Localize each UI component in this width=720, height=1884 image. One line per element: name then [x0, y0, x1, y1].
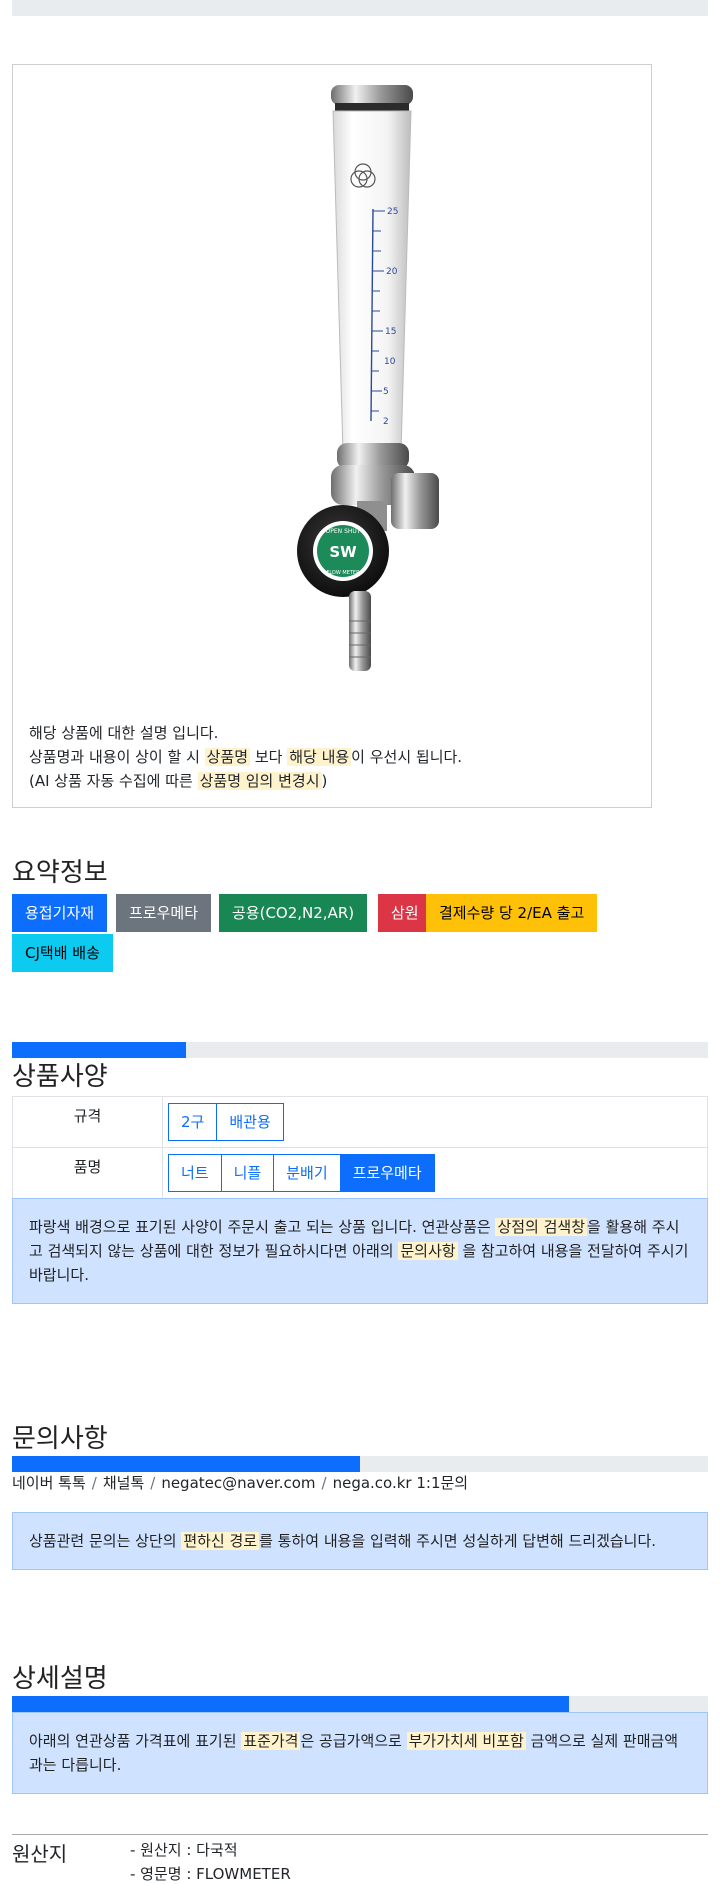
inquiry-progress-fill [12, 1456, 360, 1472]
knob-bottom-label: FLOW METER [326, 570, 360, 576]
link-1to1-inquiry[interactable]: nega.co.kr 1:1문의 [333, 1474, 469, 1492]
tag-quantity: 결제수량 당 2/EA 출고 [426, 894, 598, 932]
highlight-content: 해당 내용 [287, 748, 352, 766]
origin-divider [12, 1834, 708, 1835]
product-image-card: 25 20 15 10 5 2 SW OPEN SHUT FLOW METER … [12, 64, 652, 808]
spec-table: 규격 2구 배관용 품명 너트 니플 분배기 프로우메타 [12, 1096, 708, 1200]
product-image: 25 20 15 10 5 2 SW OPEN SHUT FLOW METER [297, 85, 439, 671]
highlight-inquiry: 문의사항 [398, 1242, 458, 1260]
spec-options-size: 2구 배관용 [168, 1103, 284, 1141]
inquiry-note-b: 를 통하여 내용을 입력해 주시면 성실하게 답변해 드리겠습니다. [259, 1532, 657, 1550]
link-separator: / [150, 1474, 156, 1492]
spec-note-a: 파랑색 배경으로 표기된 사양이 주문시 출고 되는 상품 입니다. 연관상품은 [29, 1218, 496, 1236]
desc-line-1: 해당 상품에 대한 설명 입니다. [29, 724, 219, 742]
tag-gas-type: 공용(CO2,N2,AR) [219, 894, 368, 932]
scale-label-10: 10 [384, 357, 396, 367]
link-naver-talk[interactable]: 네이버 톡톡 [12, 1474, 86, 1492]
desc-line-2: 상품명과 내용이 상이 할 시 상품명 보다 해당 내용 이 우선시 됩니다. [29, 745, 462, 769]
knob-brand-label: SW [329, 543, 357, 561]
link-email[interactable]: negatec@naver.com [161, 1474, 315, 1492]
origin-items: - 원산지 : 다국적 - 영문명 : FLOWMETER [130, 1838, 291, 1884]
knob-ring-label: OPEN SHUT [326, 528, 361, 535]
summary-title: 요약정보 [12, 858, 108, 888]
highlight-vat-excluded: 부가가치세 비포함 [406, 1732, 526, 1750]
detail-note-b: 은 공급가액으로 [300, 1732, 407, 1750]
option-pipe[interactable]: 배관용 [216, 1103, 284, 1141]
scale-label-25: 25 [387, 207, 398, 217]
origin-label: 원산지 [12, 1842, 68, 1866]
option-nipple[interactable]: 니플 [220, 1154, 275, 1192]
option-nut[interactable]: 너트 [168, 1154, 222, 1192]
option-distributor[interactable]: 분배기 [273, 1154, 341, 1192]
spec-options-item: 너트 니플 분배기 프로우메타 [168, 1154, 435, 1192]
desc-line-3-a: (AI 상품 자동 수집에 따른 [29, 772, 198, 790]
scale-label-5: 5 [383, 387, 389, 397]
inquiry-title: 문의사항 [12, 1424, 108, 1454]
option-2-port[interactable]: 2구 [168, 1103, 218, 1141]
detail-note-a: 아래의 연관상품 가격표에 표기된 [29, 1732, 242, 1750]
highlight-search-box: 상점의 검색창 [495, 1218, 588, 1236]
link-separator: / [321, 1474, 327, 1492]
spec-row-size: 규격 2구 배관용 [13, 1097, 707, 1148]
highlight-product-name: 상품명 [204, 748, 251, 766]
detail-note: 아래의 연관상품 가격표에 표기된 표준가격 은 공급가액으로 부가가치세 비포함… [12, 1712, 708, 1794]
product-description: 해당 상품에 대한 설명 입니다. 상품명과 내용이 상이 할 시 상품명 보다… [29, 721, 462, 793]
desc-line-2-a: 상품명과 내용이 상이 할 시 [29, 748, 205, 766]
spec-label-item: 품명 [13, 1148, 163, 1198]
inquiry-note: 상품관련 문의는 상단의 편하신 경로 를 통하여 내용을 입력해 주시면 성실하… [12, 1512, 708, 1570]
tag-category: 용접기자재 [12, 894, 108, 932]
spec-title: 상품사양 [12, 1062, 108, 1092]
highlight-name-change: 상품명 임의 변경시 [197, 772, 322, 790]
spec-row-item: 품명 너트 니플 분배기 프로우메타 [13, 1148, 707, 1199]
inquiry-progress [12, 1456, 708, 1472]
link-channel-talk[interactable]: 채널톡 [103, 1474, 144, 1492]
tag-shipping: CJ택배 배송 [12, 934, 113, 972]
desc-line-2-b: 보다 [250, 748, 288, 766]
desc-line-3-b: ) [321, 772, 328, 790]
detail-progress-fill [12, 1696, 569, 1712]
desc-line-3: (AI 상품 자동 수집에 따른 상품명 임의 변경시) [29, 769, 462, 793]
top-progress-track [12, 0, 708, 16]
scale-label-2: 2 [383, 417, 389, 427]
scale-label-15: 15 [385, 327, 396, 337]
inquiry-links: 네이버 톡톡 / 채널톡 / negatec@naver.com / nega.co.kr … [12, 1472, 468, 1493]
inquiry-note-a: 상품관련 문의는 상단의 [29, 1532, 182, 1550]
tag-brand: 삼원 [378, 894, 432, 932]
desc-line-2-c: 이 우선시 됩니다. [351, 748, 463, 766]
tag-product: 프로우메타 [116, 894, 212, 932]
scale-label-20: 20 [386, 267, 398, 277]
detail-title: 상세설명 [12, 1664, 108, 1694]
spec-label-size: 규격 [13, 1097, 163, 1147]
spec-progress [12, 1042, 708, 1058]
spec-note: 파랑색 배경으로 표기된 사양이 주문시 출고 되는 상품 입니다. 연관상품은… [12, 1198, 708, 1304]
link-separator: / [91, 1474, 97, 1492]
highlight-convenient-path: 편하신 경로 [181, 1532, 260, 1550]
option-flowmeter-selected[interactable]: 프로우메타 [339, 1154, 435, 1192]
detail-progress [12, 1696, 708, 1712]
origin-country: - 원산지 : 다국적 [130, 1841, 238, 1859]
highlight-standard-price: 표준가격 [241, 1732, 301, 1750]
origin-english-name: - 영문명 : FLOWMETER [130, 1865, 291, 1883]
